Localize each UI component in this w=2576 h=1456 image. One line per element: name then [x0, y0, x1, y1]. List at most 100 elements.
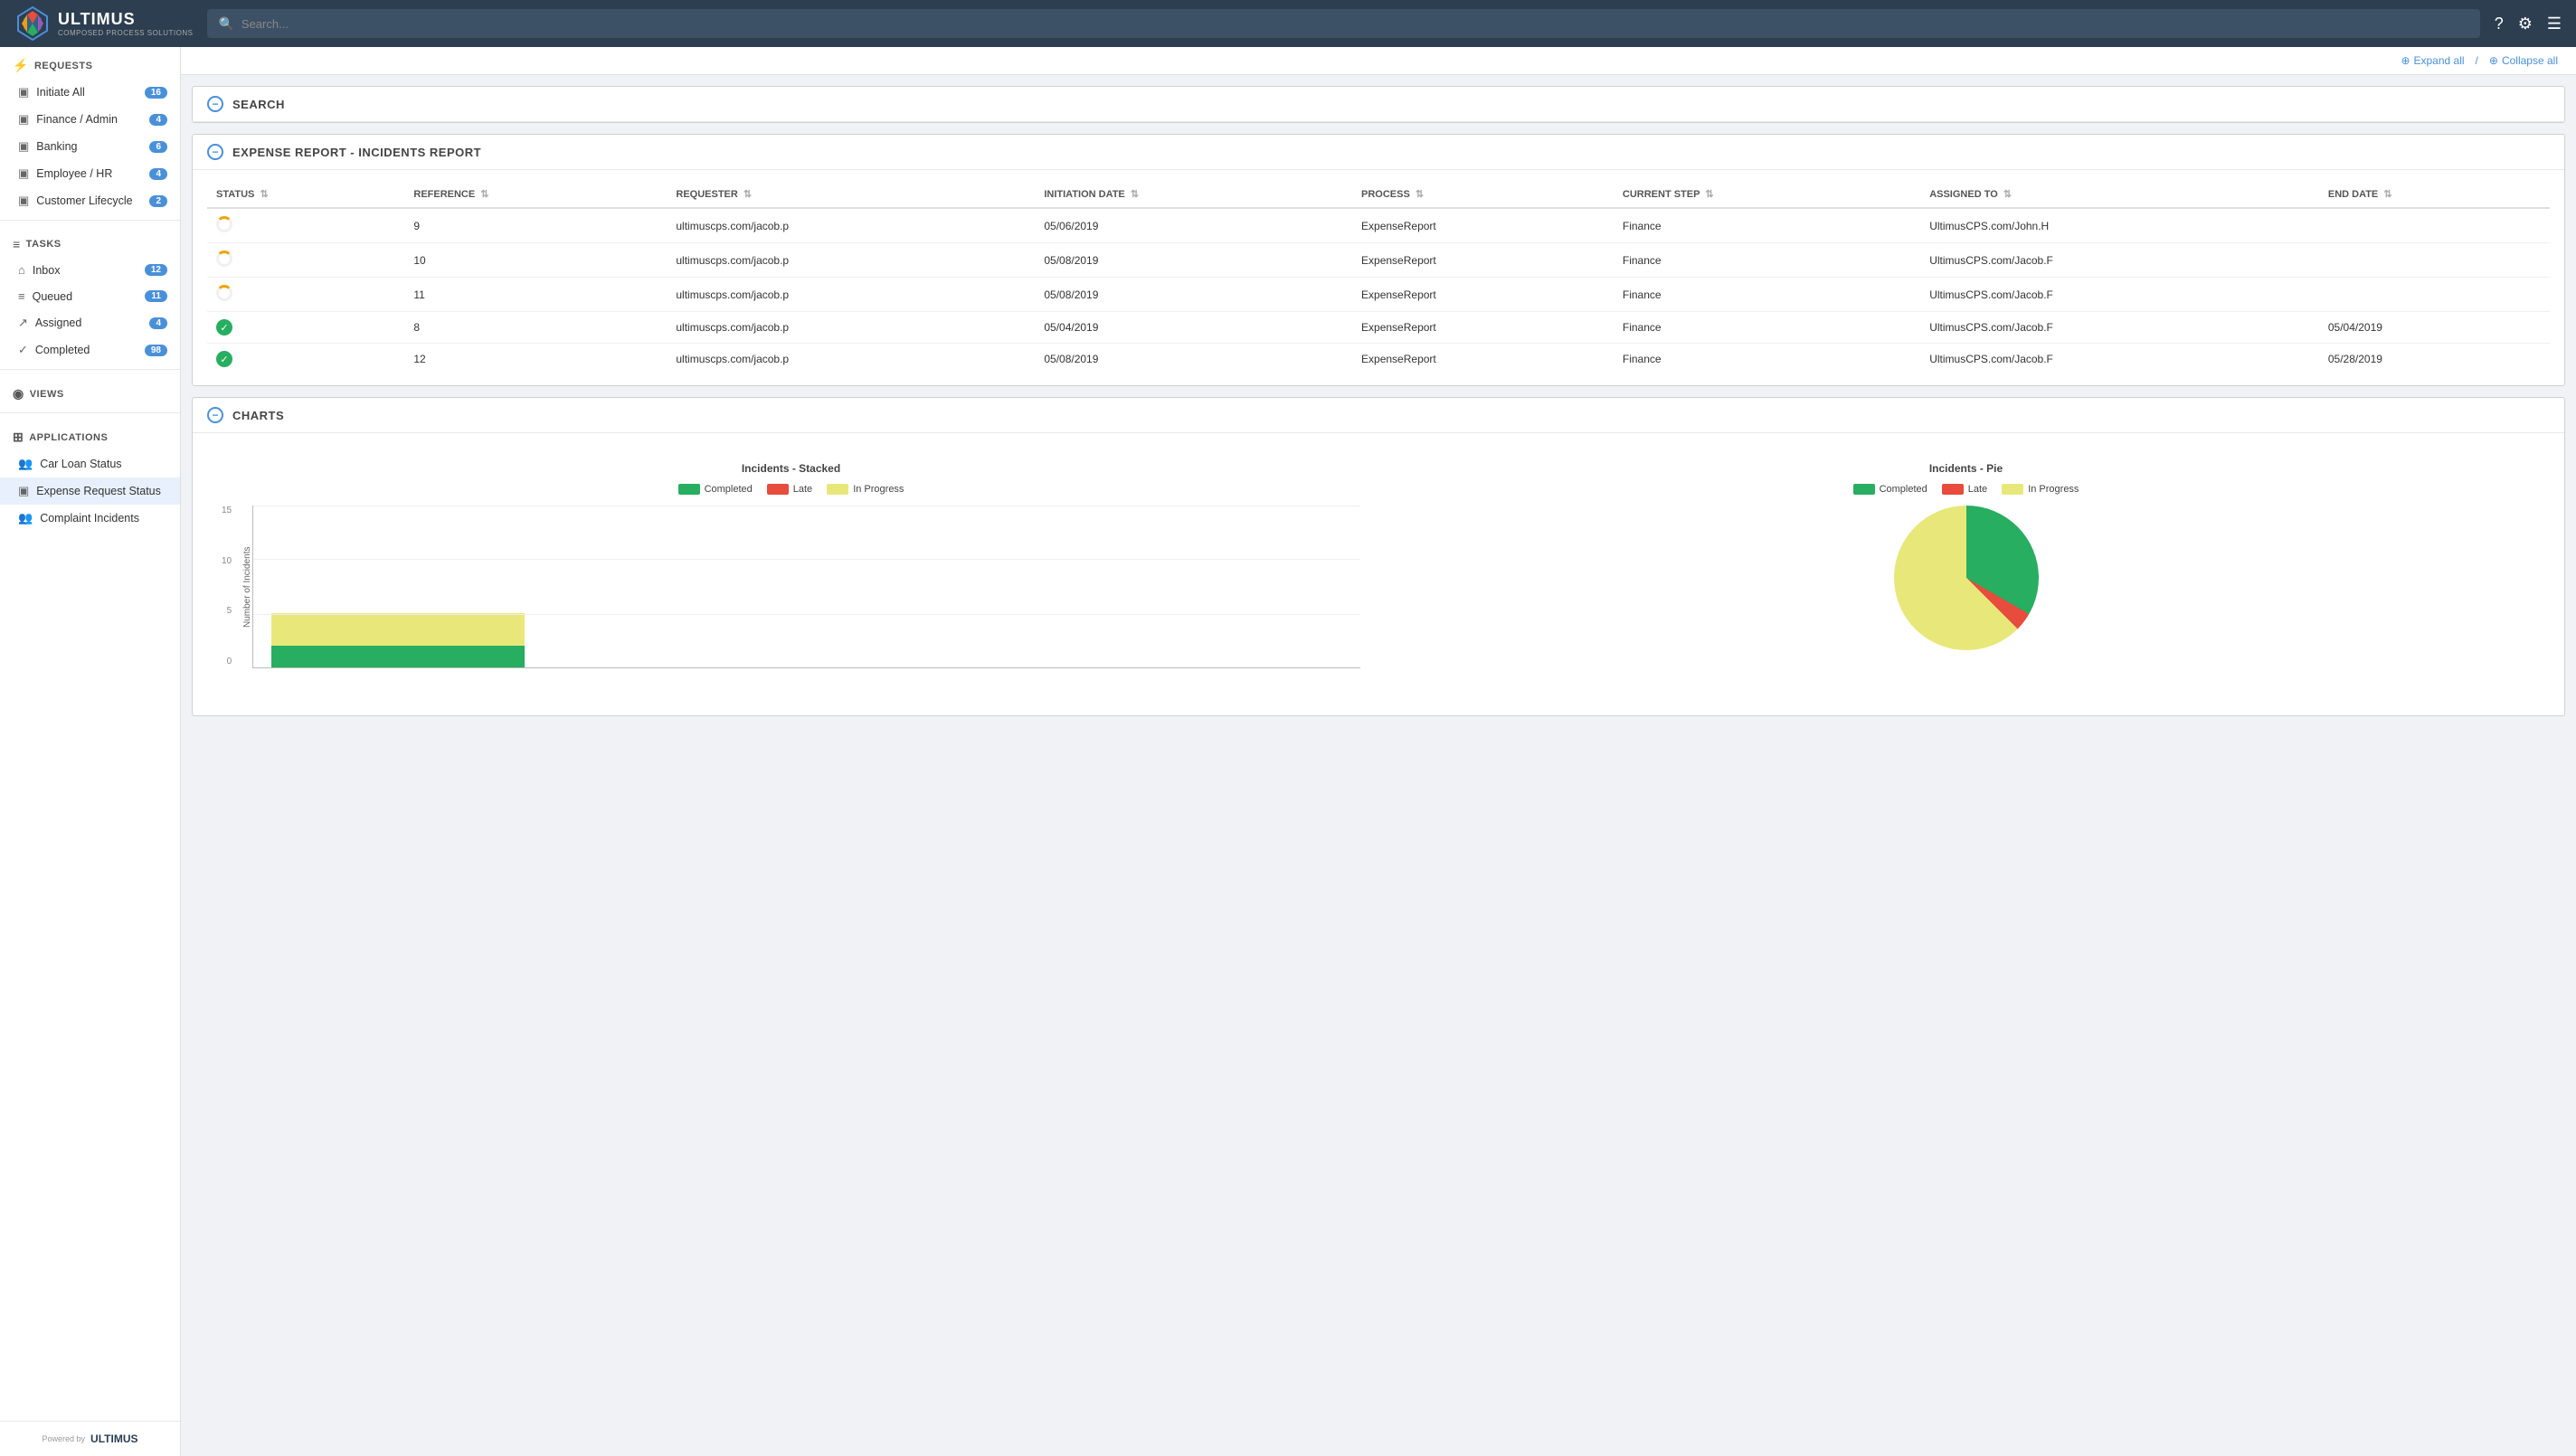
- table-row: 11ultimuscps.com/jacob.p05/08/2019Expens…: [207, 278, 2550, 312]
- legend-label-in-progress: In Progress: [853, 484, 904, 495]
- stacked-bar-group: [271, 613, 525, 667]
- cell-current-step: Finance: [1614, 243, 1920, 278]
- y-axis-label: Number of Incidents: [237, 506, 252, 668]
- sort-icon-requester[interactable]: ⇅: [743, 189, 752, 200]
- expense-report-toggle-button[interactable]: −: [207, 144, 223, 160]
- pie-legend-in-progress: In Progress: [2002, 484, 2079, 495]
- main-content: ⊕ Expand all / ⊕ Collapse all − SEARCH −…: [181, 47, 2576, 1456]
- finance-admin-badge: 4: [149, 114, 167, 126]
- charts-container: Incidents - Stacked Completed Late: [207, 444, 2550, 704]
- search-input[interactable]: [242, 17, 2469, 31]
- search-toggle-button[interactable]: −: [207, 96, 223, 112]
- cell-requester: ultimuscps.com/jacob.p: [667, 344, 1035, 375]
- charts-section-header: − CHARTS: [193, 398, 2564, 433]
- car-loan-icon: 👥: [18, 457, 33, 471]
- sort-icon-status[interactable]: ⇅: [260, 189, 268, 200]
- cell-process: ExpenseReport: [1352, 344, 1614, 375]
- col-requester: REQUESTER ⇅: [667, 181, 1035, 208]
- col-initiation-date: INITIATION DATE ⇅: [1035, 181, 1352, 208]
- col-end-date: END DATE ⇅: [2319, 181, 2550, 208]
- sidebar-item-inbox[interactable]: ⌂ Inbox 12: [0, 257, 180, 283]
- bar-chart-area: [252, 506, 1360, 668]
- employee-hr-badge: 4: [149, 168, 167, 180]
- sidebar-item-completed[interactable]: ✓ Completed 98: [0, 336, 180, 364]
- customer-lifecycle-label: Customer Lifecycle: [36, 194, 142, 207]
- inbox-badge: 12: [145, 264, 167, 276]
- cell-end-date: [2319, 278, 2550, 312]
- sort-icon-assigned-to[interactable]: ⇅: [2003, 189, 2012, 200]
- brand-name: ULTIMUS: [58, 10, 193, 29]
- cell-current-step: Finance: [1614, 278, 1920, 312]
- legend-late: Late: [767, 484, 812, 495]
- sidebar-item-initiate-all[interactable]: ▣ Initiate All 16: [0, 79, 180, 106]
- cell-assigned-to: UltimusCPS.com/Jacob.F: [1920, 278, 2319, 312]
- sidebar-item-customer-lifecycle[interactable]: ▣ Customer Lifecycle 2: [0, 187, 180, 214]
- status-done-icon: ✓: [216, 319, 232, 336]
- charts-toggle-button[interactable]: −: [207, 407, 223, 423]
- search-bar[interactable]: 🔍: [207, 9, 2479, 38]
- sidebar-item-car-loan-status[interactable]: 👥 Car Loan Status: [0, 450, 180, 477]
- sidebar-item-banking[interactable]: ▣ Banking 6: [0, 133, 180, 160]
- complaint-icon: 👥: [18, 511, 33, 525]
- col-assigned-to: ASSIGNED TO ⇅: [1920, 181, 2319, 208]
- sort-icon-initiation-date[interactable]: ⇅: [1131, 189, 1139, 200]
- finance-admin-label: Finance / Admin: [36, 113, 142, 126]
- bar-in-progress: [271, 613, 525, 646]
- sort-icon-end-date[interactable]: ⇅: [2383, 189, 2391, 200]
- cell-requester: ultimuscps.com/jacob.p: [667, 243, 1035, 278]
- search-section: − SEARCH: [192, 86, 2565, 123]
- grid-line-mid1: [253, 559, 1360, 560]
- pie-chart-title: Incidents - Pie: [1929, 462, 2003, 475]
- banking-badge: 6: [149, 141, 167, 153]
- collapse-all-button[interactable]: ⊕ Collapse all: [2489, 54, 2558, 67]
- sidebar-item-assigned[interactable]: ↗ Assigned 4: [0, 309, 180, 336]
- tasks-icon: ≡: [13, 237, 21, 251]
- status-spinning-icon: [216, 216, 232, 232]
- sort-icon-current-step[interactable]: ⇅: [1705, 189, 1713, 200]
- status-spinning-icon: [216, 251, 232, 267]
- cell-status: [207, 243, 404, 278]
- initiate-all-badge: 16: [145, 87, 167, 99]
- sort-icon-reference[interactable]: ⇅: [480, 189, 488, 200]
- pie-chart-block: Incidents - Pie Completed Late: [1397, 462, 2535, 650]
- footer-logo: ULTIMUS: [90, 1432, 137, 1445]
- completed-icon: ✓: [18, 343, 28, 357]
- initiate-all-label: Initiate All: [36, 86, 137, 99]
- menu-icon[interactable]: ☰: [2547, 14, 2562, 33]
- cell-reference: 9: [404, 208, 667, 243]
- table-header: STATUS ⇅ REFERENCE ⇅ REQUESTER ⇅: [207, 181, 2550, 208]
- sort-icon-process[interactable]: ⇅: [1416, 189, 1424, 200]
- cell-requester: ultimuscps.com/jacob.p: [667, 208, 1035, 243]
- legend-color-in-progress: [827, 484, 848, 495]
- sidebar-item-employee-hr[interactable]: ▣ Employee / HR 4: [0, 160, 180, 187]
- toolbar-separator: /: [2476, 54, 2478, 67]
- cell-assigned-to: UltimusCPS.com/Jacob.F: [1920, 243, 2319, 278]
- cell-status: [207, 278, 404, 312]
- sidebar-item-queued[interactable]: ≡ Queued 11: [0, 283, 180, 309]
- pie-legend-color-completed: [1853, 484, 1875, 495]
- cell-end-date: 05/04/2019: [2319, 312, 2550, 344]
- bar-chart-wrapper: 15 10 5 0 Number of Incidents: [222, 506, 1360, 686]
- main-toolbar: ⊕ Expand all / ⊕ Collapse all: [181, 47, 2576, 75]
- table-row: ✓8ultimuscps.com/jacob.p05/04/2019Expens…: [207, 312, 2550, 344]
- col-current-step: CURRENT STEP ⇅: [1614, 181, 1920, 208]
- stacked-chart-legend: Completed Late In Progress: [222, 484, 1360, 495]
- sidebar-item-complaint-incidents[interactable]: 👥 Complaint Incidents: [0, 505, 180, 532]
- banking-icon: ▣: [18, 139, 29, 154]
- expand-all-button[interactable]: ⊕ Expand all: [2401, 54, 2464, 67]
- cell-current-step: Finance: [1614, 312, 1920, 344]
- customer-lifecycle-icon: ▣: [18, 194, 29, 208]
- help-icon[interactable]: ?: [2495, 14, 2504, 33]
- queued-badge: 11: [145, 290, 167, 302]
- expense-report-table: STATUS ⇅ REFERENCE ⇅ REQUESTER ⇅: [207, 181, 2550, 374]
- sidebar-item-finance-admin[interactable]: ▣ Finance / Admin 4: [0, 106, 180, 133]
- legend-in-progress: In Progress: [827, 484, 904, 495]
- y-axis: 15 10 5 0: [222, 506, 237, 668]
- completed-badge: 98: [145, 345, 167, 356]
- settings-icon[interactable]: ⚙: [2518, 14, 2533, 33]
- expense-report-section: − EXPENSE REPORT - INCIDENTS REPORT STAT…: [192, 134, 2565, 386]
- cell-initiation-date: 05/08/2019: [1035, 344, 1352, 375]
- sidebar-item-expense-request-status[interactable]: ▣ Expense Request Status: [0, 477, 180, 505]
- col-status: STATUS ⇅: [207, 181, 404, 208]
- app-layout: ⚡ REQUESTS ▣ Initiate All 16 ▣ Finance /…: [0, 47, 2576, 1456]
